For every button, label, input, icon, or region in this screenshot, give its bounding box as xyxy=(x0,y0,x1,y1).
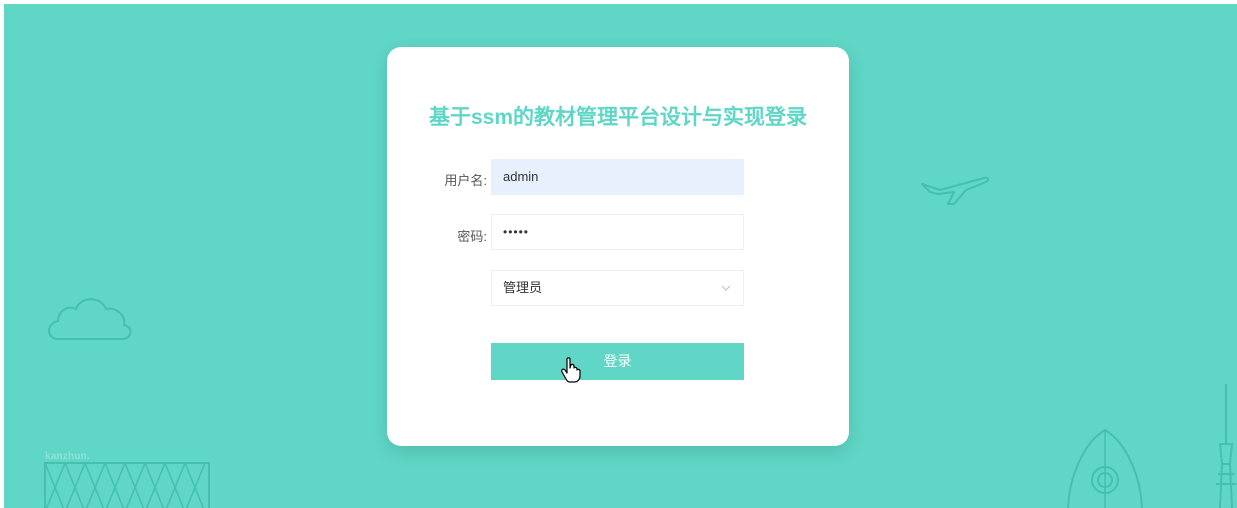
hand-cursor-icon xyxy=(561,357,581,383)
chevron-down-icon xyxy=(721,285,731,291)
rocket-icon xyxy=(1067,428,1143,508)
airplane-icon xyxy=(921,176,990,205)
username-label: 用户名: xyxy=(444,173,487,188)
password-label: 密码: xyxy=(457,229,487,244)
username-field[interactable]: admin xyxy=(491,159,744,195)
page-title: 基于ssm的教材管理平台设计与实现登录 xyxy=(428,106,808,129)
role-select[interactable]: 管理员 xyxy=(491,270,744,306)
cloud-icon xyxy=(48,298,132,340)
tower-icon xyxy=(1216,384,1236,508)
login-button[interactable]: 登录 xyxy=(491,343,744,380)
login-card: 基于ssm的教材管理平台设计与实现登录 用户名: admin 密码: •••••… xyxy=(387,47,849,446)
password-field[interactable]: ••••• xyxy=(491,214,744,250)
role-select-value: 管理员 xyxy=(503,280,543,295)
lattice-decoration xyxy=(44,462,210,508)
brand-watermark: kanzhun. xyxy=(45,451,90,462)
